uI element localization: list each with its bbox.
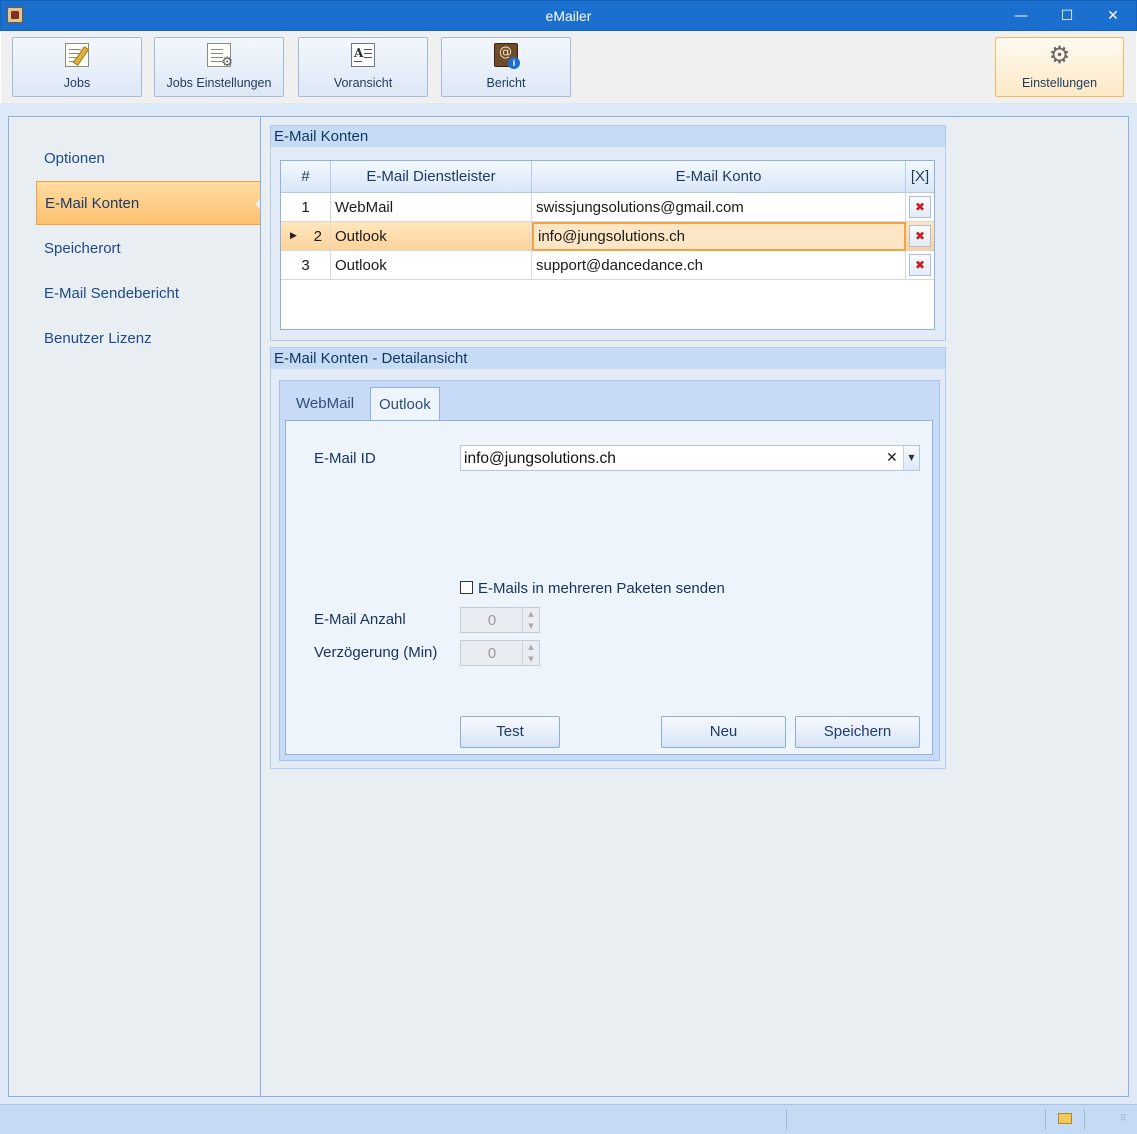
status-separator xyxy=(1084,1109,1085,1129)
cell-provider[interactable]: WebMail xyxy=(331,193,532,222)
report-button-label: Bericht xyxy=(486,76,526,90)
delete-row-button[interactable]: ✖ xyxy=(909,225,931,247)
gear-icon: ⚙ xyxy=(1048,41,1071,69)
accounts-group-header: E-Mail Konten xyxy=(271,126,945,147)
preview-icon xyxy=(351,43,375,67)
cell-provider[interactable]: Outlook xyxy=(331,222,532,251)
detail-group-header: E-Mail Konten - Detailansicht xyxy=(271,348,945,369)
checkbox-box[interactable] xyxy=(460,581,473,594)
email-id-label: E-Mail ID xyxy=(314,450,376,467)
clear-icon[interactable]: ✕ xyxy=(886,450,898,466)
window-title: eMailer xyxy=(545,8,592,24)
cell-account[interactable]: swissjungsolutions@gmail.com xyxy=(532,193,906,222)
table-row[interactable]: 1 WebMail swissjungsolutions@gmail.com ✖ xyxy=(281,193,934,222)
toolbar: Jobs Jobs Einstellungen Voransicht Beric… xyxy=(1,31,1136,103)
cell-account-editing[interactable]: info@jungsolutions.ch xyxy=(532,222,906,251)
content-panel: Optionen E-Mail Konten Speicherort E-Mai… xyxy=(8,116,1129,1097)
column-header-provider[interactable]: E-Mail Dienstleister xyxy=(331,161,532,193)
delay-stepper[interactable]: 0 ▲ ▼ xyxy=(460,640,540,666)
cell-number: 3 xyxy=(281,251,331,280)
settings-button[interactable]: ⚙ Einstellungen xyxy=(995,37,1124,97)
delete-row-button[interactable]: ✖ xyxy=(909,254,931,276)
accounts-group: E-Mail Konten # E-Mail Dienstleister E-M… xyxy=(270,125,946,341)
email-count-label: E-Mail Anzahl xyxy=(314,611,406,628)
email-id-combobox[interactable]: info@jungsolutions.ch ✕ ▼ xyxy=(460,445,920,471)
accounts-grid: # E-Mail Dienstleister E-Mail Konto [X] … xyxy=(280,160,935,330)
cell-provider[interactable]: Outlook xyxy=(331,251,532,280)
spin-down-icon[interactable]: ▼ xyxy=(522,653,539,665)
packages-checkbox-label[interactable]: E-Mails in mehreren Paketen senden xyxy=(478,580,725,597)
minimize-button[interactable]: — xyxy=(998,1,1044,31)
jobs-button[interactable]: Jobs xyxy=(12,37,142,97)
save-button[interactable]: Speichern xyxy=(795,716,920,748)
status-bar: ⠿ xyxy=(0,1104,1137,1134)
spin-down-icon[interactable]: ▼ xyxy=(522,620,539,632)
cell-number: 1 xyxy=(281,193,331,222)
column-header-delete[interactable]: [X] xyxy=(906,161,934,193)
sidebar-item-storage[interactable]: Speicherort xyxy=(36,227,261,271)
packages-checkbox[interactable]: E-Mails in mehreren Paketen senden xyxy=(460,580,725,597)
preview-button-label: Voransicht xyxy=(333,76,393,90)
sidebar-item-license[interactable]: Benutzer Lizenz xyxy=(36,317,261,361)
chevron-down-icon[interactable]: ▼ xyxy=(903,446,919,470)
column-header-account[interactable]: E-Mail Konto xyxy=(532,161,906,193)
email-id-value[interactable]: info@jungsolutions.ch xyxy=(464,450,616,468)
main-area: Optionen E-Mail Konten Speicherort E-Mai… xyxy=(0,103,1137,1104)
jobs-settings-button-label: Jobs Einstellungen xyxy=(166,76,272,90)
cell-number: 2 xyxy=(281,222,331,251)
delete-row-button[interactable]: ✖ xyxy=(909,196,931,218)
spin-up-icon[interactable]: ▲ xyxy=(522,608,539,620)
spin-up-icon[interactable]: ▲ xyxy=(522,641,539,653)
maximize-button[interactable]: ☐ xyxy=(1044,1,1090,31)
sidebar-item-options[interactable]: Optionen xyxy=(36,137,261,181)
cell-account[interactable]: support@dancedance.ch xyxy=(532,251,906,280)
settings-button-label: Einstellungen xyxy=(1021,76,1098,90)
table-row-selected[interactable]: ▶ 2 Outlook info@jungsolutions.ch ✖ xyxy=(281,222,934,251)
sidebar-item-send-report[interactable]: E-Mail Sendebericht xyxy=(36,272,261,316)
preview-button[interactable]: Voransicht xyxy=(298,37,428,97)
document-settings-icon xyxy=(207,43,233,69)
email-count-stepper[interactable]: 0 ▲ ▼ xyxy=(460,607,540,633)
detail-tabs: WebMail Outlook E-Mail ID info@jungsolut… xyxy=(279,380,940,761)
test-button[interactable]: Test xyxy=(460,716,560,748)
resize-grip-icon[interactable]: ⠿ xyxy=(1120,1115,1132,1129)
delay-label: Verzögerung (Min) xyxy=(314,644,438,661)
sidebar-divider xyxy=(260,117,261,1096)
status-separator xyxy=(1045,1109,1046,1129)
new-button[interactable]: Neu xyxy=(661,716,786,748)
title-bar: eMailer — ☐ ✕ xyxy=(0,0,1137,31)
edit-document-icon xyxy=(65,43,89,67)
report-info-icon xyxy=(494,43,520,69)
column-header-number[interactable]: # xyxy=(281,161,331,193)
close-button[interactable]: ✕ xyxy=(1090,1,1136,31)
grid-header: # E-Mail Dienstleister E-Mail Konto [X] xyxy=(281,161,934,193)
table-row[interactable]: 3 Outlook support@dancedance.ch ✖ xyxy=(281,251,934,280)
jobs-button-label: Jobs xyxy=(63,76,91,90)
report-button[interactable]: Bericht xyxy=(441,37,571,97)
folder-icon[interactable] xyxy=(1058,1113,1072,1124)
tab-outlook[interactable]: Outlook xyxy=(370,387,440,424)
tab-body-outlook: E-Mail ID info@jungsolutions.ch ✕ ▼ E-Ma… xyxy=(285,420,933,755)
jobs-settings-button[interactable]: Jobs Einstellungen xyxy=(154,37,284,97)
sidebar-item-email-accounts[interactable]: E-Mail Konten xyxy=(36,181,261,225)
delay-value[interactable]: 0 xyxy=(461,645,523,662)
status-separator xyxy=(786,1109,787,1129)
tab-webmail[interactable]: WebMail xyxy=(288,387,362,421)
detail-group: E-Mail Konten - Detailansicht WebMail Ou… xyxy=(270,347,946,769)
email-count-value[interactable]: 0 xyxy=(461,612,523,629)
